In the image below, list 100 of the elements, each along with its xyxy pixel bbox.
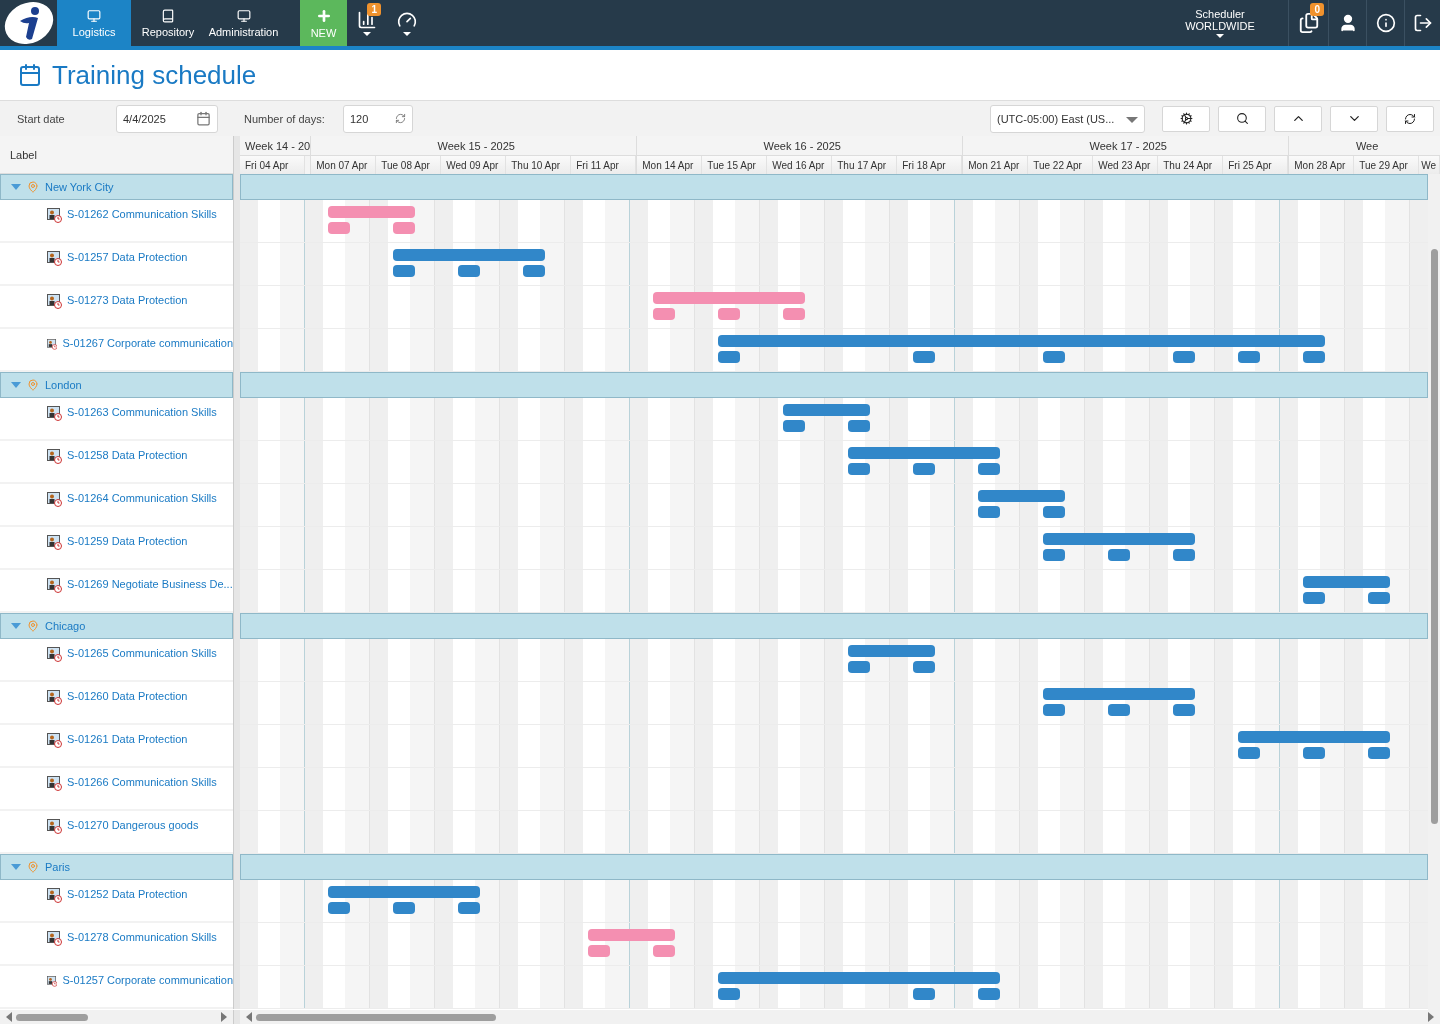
session-bar[interactable] [1042, 351, 1065, 363]
session-bar[interactable] [1172, 549, 1195, 561]
task-link[interactable]: S-01264 Communication Skills [67, 492, 217, 504]
session-bar[interactable] [392, 265, 415, 277]
session-bar[interactable] [912, 988, 935, 1000]
training-bar[interactable] [1302, 576, 1390, 588]
session-bar[interactable] [717, 351, 740, 363]
session-bar[interactable] [977, 988, 1000, 1000]
group-row[interactable]: Chicago [0, 613, 233, 639]
nav-tab[interactable]: Administration [205, 0, 282, 46]
task-link[interactable]: S-01259 Data Protection [67, 535, 188, 547]
module-icon [236, 8, 251, 23]
task-link[interactable]: S-01257 Corporate communication [62, 974, 233, 986]
session-bar[interactable] [782, 420, 805, 432]
settings-button[interactable] [1162, 105, 1210, 132]
task-link[interactable]: S-01262 Communication Skills [67, 208, 217, 220]
task-link[interactable]: S-01266 Communication Skills [67, 776, 217, 788]
session-bar[interactable] [977, 463, 1000, 475]
session-bar[interactable] [1042, 506, 1065, 518]
session-bar[interactable] [392, 222, 415, 234]
trainer-presentation-icon [47, 294, 62, 309]
search-button[interactable] [1218, 105, 1266, 132]
session-bar[interactable] [1237, 351, 1260, 363]
group-row[interactable]: New York City [0, 174, 233, 200]
session-bar[interactable] [1107, 704, 1130, 716]
session-bar[interactable] [587, 945, 610, 957]
training-bar[interactable] [587, 929, 675, 941]
day-header: Fri 25 Apr [1223, 156, 1289, 174]
expand-toggle-icon[interactable] [11, 864, 21, 870]
session-bar[interactable] [782, 308, 805, 320]
session-bar[interactable] [1367, 747, 1390, 759]
timezone-dropdown[interactable]: (UTC-05:00) East (US... [990, 104, 1145, 133]
task-link[interactable]: S-01258 Data Protection [67, 449, 188, 461]
task-link[interactable]: S-01273 Data Protection [67, 294, 188, 306]
training-bar[interactable] [847, 645, 935, 657]
session-bar[interactable] [327, 902, 350, 914]
day-header: Fri 11 Apr [571, 156, 637, 174]
training-bar[interactable] [977, 490, 1065, 502]
session-bar[interactable] [977, 506, 1000, 518]
task-link[interactable]: S-01270 Dangerous goods [67, 819, 199, 831]
nav-tab[interactable]: Logistics [57, 0, 131, 46]
session-bar[interactable] [912, 463, 935, 475]
new-button[interactable]: NEW [300, 0, 347, 46]
task-link[interactable]: S-01278 Communication Skills [67, 931, 217, 943]
vertical-scrollbar[interactable] [1428, 174, 1440, 1010]
trainer-presentation-icon [47, 251, 62, 266]
pane-splitter[interactable] [233, 966, 240, 1009]
expand-toggle-icon[interactable] [11, 184, 21, 190]
task-link[interactable]: S-01261 Data Protection [67, 733, 188, 745]
date-field[interactable]: 4/4/2025 [116, 104, 218, 133]
session-bar[interactable] [1172, 351, 1195, 363]
session-bar[interactable] [1367, 592, 1390, 604]
session-bar[interactable] [1107, 549, 1130, 561]
pane-splitter[interactable] [233, 136, 240, 174]
task-link[interactable]: S-01269 Negotiate Business De... [67, 578, 233, 590]
training-bar[interactable] [782, 404, 870, 416]
refresh-button[interactable] [1386, 105, 1434, 132]
scrollbar-thumb[interactable] [1431, 249, 1438, 824]
session-bar[interactable] [912, 351, 935, 363]
group-row[interactable]: Paris [0, 854, 233, 880]
task-link[interactable]: S-01265 Communication Skills [67, 647, 217, 659]
days-field[interactable]: 120 [343, 104, 413, 133]
account-menu[interactable]: Scheduler WORLDWIDE [1180, 0, 1260, 46]
expand-button[interactable] [1330, 105, 1378, 132]
task-link[interactable]: S-01252 Data Protection [67, 888, 188, 900]
session-bar[interactable] [522, 265, 545, 277]
session-bar[interactable] [1302, 351, 1325, 363]
pane-splitter[interactable] [233, 1010, 240, 1024]
nav-tab[interactable]: Repository [131, 0, 205, 46]
task-link[interactable]: S-01263 Communication Skills [67, 406, 217, 418]
session-bar[interactable] [847, 420, 870, 432]
trainer-presentation-icon [47, 733, 62, 748]
group-row[interactable]: London [0, 372, 233, 398]
session-bar[interactable] [392, 902, 415, 914]
session-bar[interactable] [1302, 592, 1325, 604]
session-bar[interactable] [717, 988, 740, 1000]
session-bar[interactable] [1302, 747, 1325, 759]
task-link[interactable]: S-01260 Data Protection [67, 690, 188, 702]
session-bar[interactable] [1172, 704, 1195, 716]
session-bar[interactable] [717, 308, 740, 320]
horizontal-scrollbar[interactable] [240, 1010, 1440, 1024]
session-bar[interactable] [652, 308, 675, 320]
session-bar[interactable] [327, 222, 350, 234]
task-link[interactable]: S-01257 Data Protection [67, 251, 188, 263]
session-bar[interactable] [1042, 549, 1065, 561]
collapse-button[interactable] [1274, 105, 1322, 132]
expand-toggle-icon[interactable] [11, 623, 21, 629]
session-bar[interactable] [457, 265, 480, 277]
session-bar[interactable] [457, 902, 480, 914]
day-header: We [1419, 156, 1440, 174]
session-bar[interactable] [847, 661, 870, 673]
session-bar[interactable] [1237, 747, 1260, 759]
expand-toggle-icon[interactable] [11, 382, 21, 388]
task-link[interactable]: S-01267 Corporate communication [62, 337, 233, 349]
session-bar[interactable] [912, 661, 935, 673]
horizontal-scrollbar[interactable] [0, 1010, 233, 1024]
training-bar[interactable] [327, 206, 415, 218]
session-bar[interactable] [1042, 704, 1065, 716]
session-bar[interactable] [652, 945, 675, 957]
session-bar[interactable] [847, 463, 870, 475]
